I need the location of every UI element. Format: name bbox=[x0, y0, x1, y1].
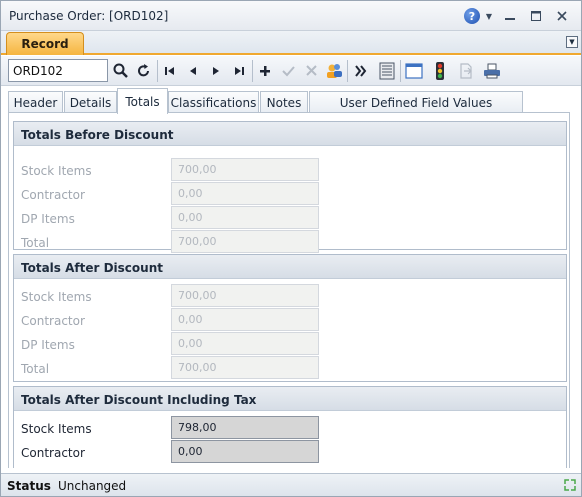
field-label: Stock Items bbox=[21, 164, 92, 178]
totals-panel: Totals Before Discount Stock Items 700,0… bbox=[8, 113, 570, 468]
contractor-field: 0,00 bbox=[171, 182, 319, 205]
list-view-icon[interactable] bbox=[376, 60, 398, 81]
record-code-input[interactable] bbox=[8, 59, 108, 82]
row-dp-items: DP Items 0,00 bbox=[14, 206, 566, 230]
tab-classifications[interactable]: Classifications bbox=[168, 91, 259, 113]
resize-icon[interactable] bbox=[563, 478, 577, 492]
section-title: Totals After Discount Including Tax bbox=[14, 387, 566, 411]
stock-items-field: 700,00 bbox=[171, 284, 319, 307]
row-dp-items: DP Items 0,00 bbox=[14, 332, 566, 356]
tab-details[interactable]: Details bbox=[64, 91, 117, 113]
refresh-icon[interactable] bbox=[133, 60, 155, 81]
row-stock-items: Stock Items 700,00 bbox=[14, 284, 566, 308]
toolbar bbox=[1, 56, 581, 86]
totals-before-discount-section: Totals Before Discount Stock Items 700,0… bbox=[13, 121, 567, 253]
save-check-icon[interactable] bbox=[277, 60, 299, 81]
row-contractor: Contractor 0,00 bbox=[14, 182, 566, 206]
field-label: Stock Items bbox=[21, 422, 92, 436]
field-label: Contractor bbox=[21, 446, 85, 460]
field-label: DP Items bbox=[21, 338, 75, 352]
close-icon[interactable] bbox=[553, 7, 571, 25]
row-stock-items: Stock Items 700,00 bbox=[14, 158, 566, 182]
traffic-light-icon[interactable] bbox=[429, 60, 451, 81]
delete-icon[interactable] bbox=[300, 60, 322, 81]
contractor-field: 0,00 bbox=[171, 308, 319, 331]
record-tabs: Header Details Totals Classifications No… bbox=[1, 87, 581, 114]
field-label: Stock Items bbox=[21, 290, 92, 304]
status-value: Unchanged bbox=[58, 479, 127, 493]
title-bar: Purchase Order: [ORD102] ? ▼ bbox=[1, 1, 581, 31]
contractor-field[interactable]: 0,00 bbox=[171, 440, 319, 463]
record-ribbon-tab[interactable]: Record bbox=[6, 32, 84, 55]
status-bar: Status Unchanged bbox=[1, 473, 581, 496]
section-title: Totals Before Discount bbox=[14, 122, 566, 146]
row-total: Total 700,00 bbox=[14, 230, 566, 254]
stock-items-field[interactable]: 798,00 bbox=[171, 416, 319, 439]
stock-items-field: 700,00 bbox=[171, 158, 319, 181]
restore-icon[interactable] bbox=[527, 7, 545, 25]
last-record-icon[interactable] bbox=[228, 60, 250, 81]
field-label: Contractor bbox=[21, 314, 85, 328]
row-stock-items: Stock Items 798,00 bbox=[14, 416, 566, 440]
dp-items-field: 0,00 bbox=[171, 332, 319, 355]
add-icon[interactable] bbox=[254, 60, 276, 81]
help-dropdown-icon[interactable]: ▼ bbox=[484, 7, 494, 25]
total-field: 700,00 bbox=[171, 356, 319, 379]
users-icon[interactable] bbox=[323, 60, 345, 81]
window-icon[interactable] bbox=[403, 60, 425, 81]
status-label: Status bbox=[7, 479, 51, 493]
dp-items-field: 0,00 bbox=[171, 206, 319, 229]
ribbon-bar: Record ▼ bbox=[1, 31, 581, 55]
print-icon[interactable] bbox=[481, 60, 503, 81]
field-label: Total bbox=[21, 236, 50, 250]
section-title: Totals After Discount bbox=[14, 255, 566, 279]
field-label: Contractor bbox=[21, 188, 85, 202]
totals-after-discount-including-tax-section: Totals After Discount Including Tax Stoc… bbox=[13, 386, 567, 468]
row-contractor: Contractor 0,00 bbox=[14, 440, 566, 464]
previous-record-icon[interactable] bbox=[182, 60, 204, 81]
ribbon-collapse-icon[interactable]: ▼ bbox=[566, 36, 578, 48]
search-icon[interactable] bbox=[110, 60, 132, 81]
row-contractor: Contractor 0,00 bbox=[14, 308, 566, 332]
export-icon[interactable] bbox=[455, 60, 477, 81]
tab-notes[interactable]: Notes bbox=[260, 91, 308, 113]
row-total: Total 700,00 bbox=[14, 356, 566, 380]
field-label: Total bbox=[21, 362, 50, 376]
total-field: 700,00 bbox=[171, 230, 319, 253]
totals-after-discount-section: Totals After Discount Stock Items 700,00… bbox=[13, 254, 567, 382]
field-label: DP Items bbox=[21, 212, 75, 226]
tab-user-defined-field-values[interactable]: User Defined Field Values bbox=[309, 91, 523, 113]
help-icon[interactable]: ? bbox=[463, 7, 481, 25]
next-record-icon[interactable] bbox=[205, 60, 227, 81]
more-icon[interactable] bbox=[350, 60, 372, 81]
tab-totals[interactable]: Totals bbox=[117, 88, 168, 114]
purchase-order-window: Purchase Order: [ORD102] ? ▼ Record ▼ OR… bbox=[0, 0, 582, 497]
window-title: Purchase Order: [ORD102] bbox=[9, 9, 169, 23]
minimize-icon[interactable] bbox=[501, 7, 519, 25]
first-record-icon[interactable] bbox=[159, 60, 181, 81]
tab-header[interactable]: Header bbox=[8, 91, 63, 113]
